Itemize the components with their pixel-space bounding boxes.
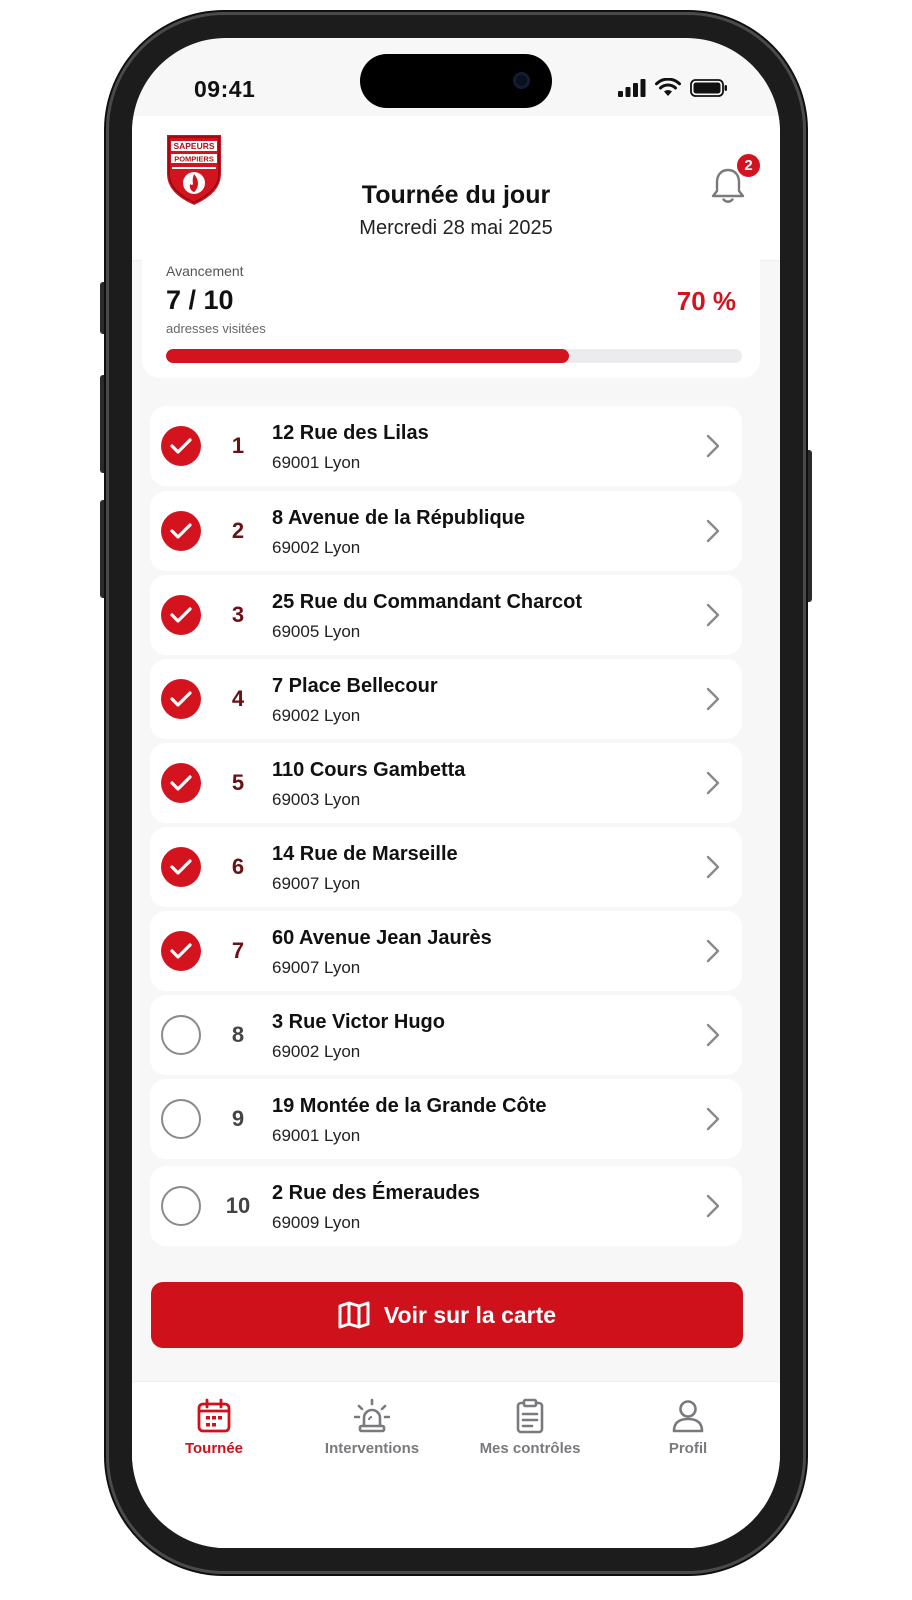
chevron-right-icon <box>706 434 720 458</box>
address-city: 69009 Lyon <box>272 1213 361 1232</box>
tab-tournee[interactable]: Tournée <box>134 1398 294 1468</box>
tab-profil-label: Profil <box>668 1440 708 1457</box>
address-street: 19 Montée de la Grande Côte <box>272 1095 547 1117</box>
page-date: Mercredi 28 mai 2025 <box>359 217 553 239</box>
address-row[interactable]: 4 7 Place Bellecour 69002 Lyon <box>150 659 742 739</box>
unvisited-circle-icon[interactable] <box>161 1015 201 1055</box>
svg-text:POMPIERS: POMPIERS <box>174 155 214 164</box>
chevron-right-icon <box>706 1023 720 1047</box>
address-number: 9 <box>231 1106 245 1131</box>
chevron-right-icon <box>706 687 720 711</box>
address-city: 69005 Lyon <box>272 622 361 641</box>
app-screen: 09:41 SAPEURS POMPIERS Tournée du jour M… <box>132 38 780 1548</box>
notification-badge: 2 <box>735 152 762 179</box>
tab-profil[interactable]: Profil <box>608 1398 768 1468</box>
address-city: 69002 Lyon <box>272 706 361 725</box>
visited-check-icon[interactable] <box>161 511 201 551</box>
progress-percent: 70 % <box>676 286 736 316</box>
progress-count: 7 / 10 <box>166 285 234 315</box>
wifi-icon <box>655 78 681 96</box>
address-city: 69001 Lyon <box>272 1126 361 1145</box>
address-street: 60 Avenue Jean Jaurès <box>272 927 492 949</box>
address-number: 2 <box>231 518 245 543</box>
address-row[interactable]: 1 12 Rue des Lilas 69001 Lyon <box>150 406 742 486</box>
user-icon <box>672 1400 704 1433</box>
view-map-button[interactable]: Voir sur la carte <box>151 1282 743 1348</box>
address-number: 3 <box>231 602 245 627</box>
address-row[interactable]: 2 8 Avenue de la République 69002 Lyon <box>150 491 742 571</box>
app-header: SAPEURS POMPIERS Tournée du jour Mercred… <box>132 116 780 261</box>
address-city: 69002 Lyon <box>272 538 361 557</box>
chevron-right-icon <box>706 1194 720 1218</box>
progress-bar <box>166 349 742 363</box>
address-city: 69007 Lyon <box>272 958 361 977</box>
address-street: 14 Rue de Marseille <box>272 843 458 865</box>
address-number: 5 <box>231 770 245 795</box>
phone-frame: 09:41 SAPEURS POMPIERS Tournée du jour M… <box>106 12 806 1574</box>
status-time: 09:41 <box>194 76 256 102</box>
camera-icon <box>513 72 530 89</box>
visited-check-icon[interactable] <box>161 679 201 719</box>
calendar-icon <box>197 1398 231 1433</box>
address-row[interactable]: 9 19 Montée de la Grande Côte 69001 Lyon <box>150 1079 742 1159</box>
svg-text:SAPEURS: SAPEURS <box>173 141 214 151</box>
dynamic-island <box>360 54 552 108</box>
address-row[interactable]: 3 25 Rue du Commandant Charcot 69005 Lyon <box>150 575 742 655</box>
address-street: 3 Rue Victor Hugo <box>272 1011 445 1033</box>
address-number: 1 <box>231 433 245 458</box>
address-city: 69002 Lyon <box>272 1042 361 1061</box>
cellular-signal-icon <box>618 78 646 97</box>
address-number: 4 <box>231 686 245 711</box>
tab-tournee-label: Tournée <box>184 1440 244 1457</box>
siren-icon <box>354 1398 390 1433</box>
chevron-right-icon <box>706 519 720 543</box>
view-map-label: Voir sur la carte <box>383 1301 557 1328</box>
address-row[interactable]: 5 110 Cours Gambetta 69003 Lyon <box>150 743 742 823</box>
tab-mes-controles-label: Mes contrôles <box>479 1440 581 1457</box>
address-city: 69003 Lyon <box>272 790 361 809</box>
visited-check-icon[interactable] <box>161 763 201 803</box>
visited-check-icon[interactable] <box>161 931 201 971</box>
progress-sublabel: adresses visitées <box>166 321 266 336</box>
tab-interventions-label: Interventions <box>324 1440 420 1457</box>
page-title: Tournée du jour <box>361 181 551 209</box>
address-number: 8 <box>231 1022 245 1047</box>
tab-interventions[interactable]: Interventions <box>292 1398 452 1468</box>
chevron-right-icon <box>706 771 720 795</box>
visited-check-icon[interactable] <box>161 595 201 635</box>
chevron-right-icon <box>706 855 720 879</box>
map-icon <box>338 1301 370 1329</box>
battery-icon <box>690 78 727 97</box>
address-number: 6 <box>231 854 245 879</box>
visited-check-icon[interactable] <box>161 847 201 887</box>
chevron-right-icon <box>706 603 720 627</box>
progress-bar-fill <box>166 349 570 363</box>
status-icons <box>618 78 728 97</box>
address-street: 12 Rue des Lilas <box>272 422 429 444</box>
unvisited-circle-icon[interactable] <box>161 1099 201 1139</box>
clipboard-icon <box>516 1398 544 1434</box>
address-row[interactable]: 8 3 Rue Victor Hugo 69002 Lyon <box>150 995 742 1075</box>
visited-check-icon[interactable] <box>161 426 201 466</box>
address-street: 25 Rue du Commandant Charcot <box>272 591 583 613</box>
address-street: 2 Rue des Émeraudes <box>272 1182 480 1204</box>
address-street: 110 Cours Gambetta <box>272 759 466 781</box>
chevron-right-icon <box>706 1107 720 1131</box>
address-city: 69007 Lyon <box>272 874 361 893</box>
address-row[interactable]: 10 2 Rue des Émeraudes 69009 Lyon <box>150 1166 742 1246</box>
address-row[interactable]: 6 14 Rue de Marseille 69007 Lyon <box>150 827 742 907</box>
progress-card: Avancement 7 / 10 adresses visitées 70 % <box>142 243 760 378</box>
progress-label: Avancement <box>166 263 244 279</box>
chevron-right-icon <box>706 939 720 963</box>
address-city: 69001 Lyon <box>272 453 361 472</box>
bottom-tab-bar: Tournée Interventions Mes contrôles Prof… <box>132 1381 780 1548</box>
address-street: 8 Avenue de la République <box>272 507 526 529</box>
address-number: 7 <box>231 938 245 963</box>
unvisited-circle-icon[interactable] <box>161 1186 201 1226</box>
address-row[interactable]: 7 60 Avenue Jean Jaurès 69007 Lyon <box>150 911 742 991</box>
address-street: 7 Place Bellecour <box>272 675 438 697</box>
address-number: 10 <box>225 1193 251 1218</box>
tab-mes-controles[interactable]: Mes contrôles <box>450 1398 610 1468</box>
